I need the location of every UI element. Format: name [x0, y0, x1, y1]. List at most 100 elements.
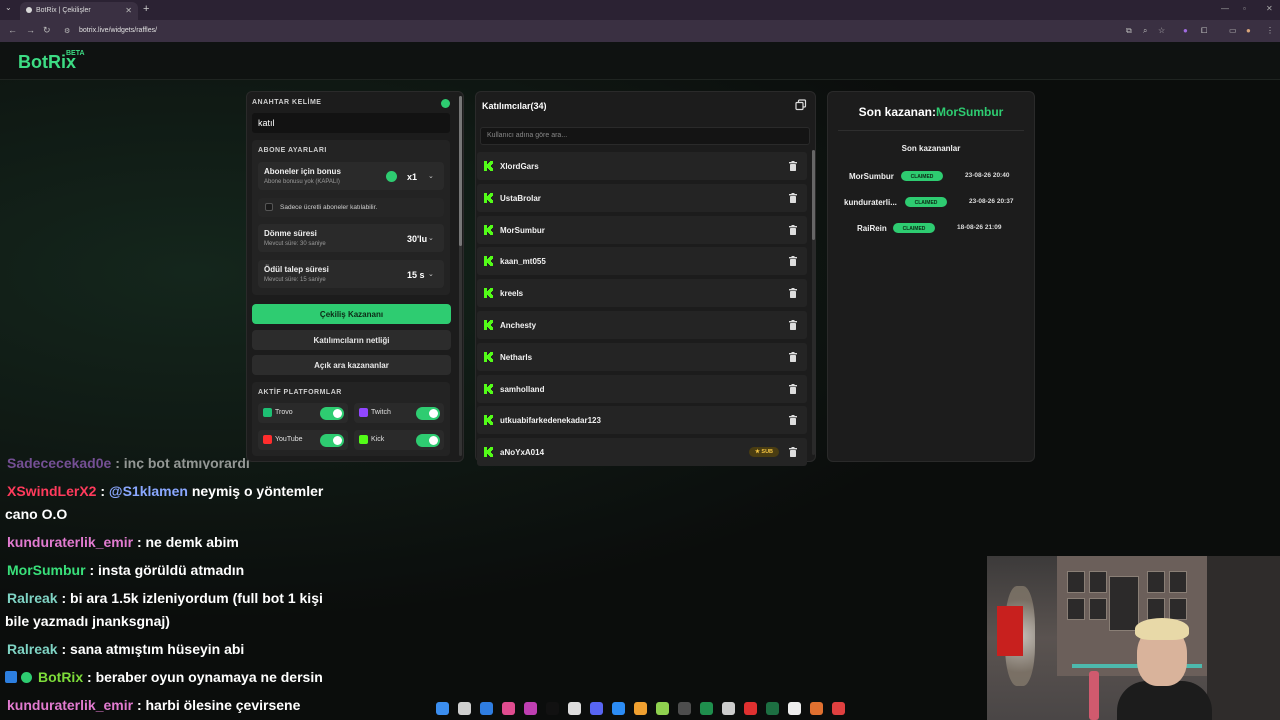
trash-icon[interactable] [789, 415, 797, 426]
chat-username[interactable]: Sadececekad0e [7, 455, 111, 469]
close-window-icon[interactable]: ✕ [1266, 4, 1273, 13]
chat-username[interactable]: kunduraterlik_emir [7, 534, 133, 550]
sub-bonus-select[interactable]: x1 [407, 172, 417, 182]
minimize-icon[interactable]: — [1221, 4, 1229, 13]
sidebar-icon[interactable]: ▭ [1229, 26, 1237, 35]
trash-icon[interactable] [789, 192, 797, 203]
site-info-icon[interactable]: ⚙ [64, 27, 70, 35]
chevron-down-icon[interactable]: ⌄ [428, 234, 434, 242]
translate-icon[interactable]: ⧉ [1126, 26, 1132, 36]
trash-icon[interactable] [789, 161, 797, 171]
webcam-frame [1147, 598, 1165, 620]
claim-duration-desc: Mevcut süre: 15 saniye [264, 277, 326, 283]
keyword-input[interactable]: katıl [252, 113, 450, 133]
browser-menu-icon[interactable]: ⋮ [1266, 26, 1274, 35]
paid-only-checkbox[interactable] [265, 203, 273, 211]
taskbar-app-icon[interactable] [678, 702, 691, 715]
profile-avatar[interactable]: ● [1246, 26, 1251, 35]
url-field[interactable]: botrix.live/widgets/raffles/ [79, 27, 157, 34]
taskbar-app-icon[interactable] [480, 702, 493, 715]
chat-message: kunduraterlik_emir : ne demk abim [7, 534, 239, 550]
spin-duration-select[interactable]: 30'lu [407, 234, 427, 244]
trash-icon[interactable] [789, 383, 797, 394]
open-winners-button[interactable]: Açık ara kazananlar [252, 355, 451, 375]
chat-mention[interactable]: @S1klamen [109, 483, 188, 499]
participant-name: Netharls [500, 352, 533, 362]
zoom-icon[interactable]: ⌕ [1143, 26, 1147, 36]
taskbar-app-icon[interactable] [810, 702, 823, 715]
back-icon[interactable]: ← [8, 25, 17, 35]
taskbar-app-icon[interactable] [766, 702, 779, 715]
forward-icon[interactable]: → [26, 25, 35, 35]
taskbar-app-icon[interactable] [502, 702, 515, 715]
participants-scrollbar[interactable] [812, 150, 815, 455]
taskbar-app-icon[interactable] [458, 702, 471, 715]
taskbar-app-icon[interactable] [722, 702, 735, 715]
participant-row[interactable]: aNoYxA014 ★ SUB [477, 438, 807, 467]
tab-search-icon[interactable]: ⌄ [5, 3, 12, 12]
taskbar-app-icon[interactable] [832, 702, 845, 715]
sub-bonus-title: Aboneler için bonus [264, 167, 341, 176]
taskbar-app-icon[interactable] [568, 702, 581, 715]
participant-row[interactable]: kaan_mt055 [477, 247, 807, 276]
restore-icon[interactable]: ▫ [1243, 4, 1246, 13]
taskbar-app-icon[interactable] [524, 702, 537, 715]
trash-icon[interactable] [789, 288, 797, 299]
close-tab-icon[interactable]: ✕ [125, 6, 132, 15]
trovo-icon [263, 408, 272, 417]
bookmark-star-icon[interactable]: ☆ [1158, 26, 1165, 35]
taskbar-app-icon[interactable] [656, 702, 669, 715]
taskbar-app-icon[interactable] [546, 702, 559, 715]
new-tab-icon[interactable]: + [143, 3, 149, 15]
taskbar-app-icon[interactable] [590, 702, 603, 715]
webcam-frame [1067, 571, 1085, 593]
address-bar-row [0, 20, 1280, 42]
reload-icon[interactable]: ↻ [43, 25, 51, 36]
trash-icon[interactable] [789, 224, 797, 235]
kick-icon [484, 351, 493, 362]
chevron-down-icon[interactable]: ⌄ [428, 270, 434, 278]
participant-row[interactable]: Netharls [477, 342, 807, 371]
trash-icon[interactable] [789, 256, 797, 267]
taskbar-app-icon[interactable] [612, 702, 625, 715]
trash-icon[interactable] [789, 351, 797, 362]
webcam-person-body [1117, 681, 1212, 720]
chat-username[interactable]: kunduraterlik_emir [7, 697, 133, 713]
participant-name: utkuabifarkedenekadar123 [500, 416, 601, 426]
taskbar-app-icon[interactable] [744, 702, 757, 715]
chat-username[interactable]: MorSumbur [7, 562, 86, 578]
trash-icon[interactable] [789, 447, 797, 458]
participant-row[interactable]: UstaBrolar [477, 183, 807, 212]
chat-username[interactable]: XSwindLerX2 [7, 483, 96, 499]
extensions-puzzle-icon[interactable]: ⧠ [1201, 26, 1207, 36]
trash-icon[interactable] [789, 320, 797, 330]
browser-tab[interactable]: BotRix | Çekilişler ✕ [20, 2, 138, 20]
claim-duration-select[interactable]: 15 s [407, 270, 425, 280]
youtube-toggle[interactable] [320, 434, 344, 447]
participant-row[interactable]: utkuabifarkedenekadar123 [477, 406, 807, 435]
chat-username[interactable]: Ralreak [7, 590, 58, 606]
participant-row[interactable]: samholland [477, 374, 807, 403]
draw-winner-button[interactable]: Çekiliş Kazananı [252, 304, 451, 324]
twitch-toggle[interactable] [416, 407, 440, 420]
winner-name: kunduraterli... [844, 198, 897, 207]
settings-scrollbar[interactable] [459, 96, 462, 456]
taskbar-app-icon[interactable] [788, 702, 801, 715]
taskbar-app-icon[interactable] [436, 702, 449, 715]
trovo-toggle[interactable] [320, 407, 344, 420]
taskbar-app-icon[interactable] [634, 702, 647, 715]
participant-row[interactable]: Anchesty [477, 311, 807, 339]
taskbar-app-icon[interactable] [700, 702, 713, 715]
kick-toggle[interactable] [416, 434, 440, 447]
participant-row[interactable]: XlordGars [477, 152, 807, 180]
chat-username[interactable]: BotRix [38, 669, 83, 685]
participant-name: samholland [500, 384, 545, 394]
clear-participants-button[interactable]: Katılımcıların netliği [252, 330, 451, 350]
extension-icon[interactable]: ● [1183, 26, 1188, 35]
participant-row[interactable]: kreels [477, 279, 807, 308]
participant-search-input[interactable]: Kullanıcı adına göre ara... [480, 127, 810, 145]
copy-icon[interactable] [795, 99, 807, 111]
chevron-down-icon[interactable]: ⌄ [428, 172, 434, 180]
participant-row[interactable]: MorSumbur [477, 215, 807, 244]
chat-username[interactable]: Ralreak [7, 641, 58, 657]
